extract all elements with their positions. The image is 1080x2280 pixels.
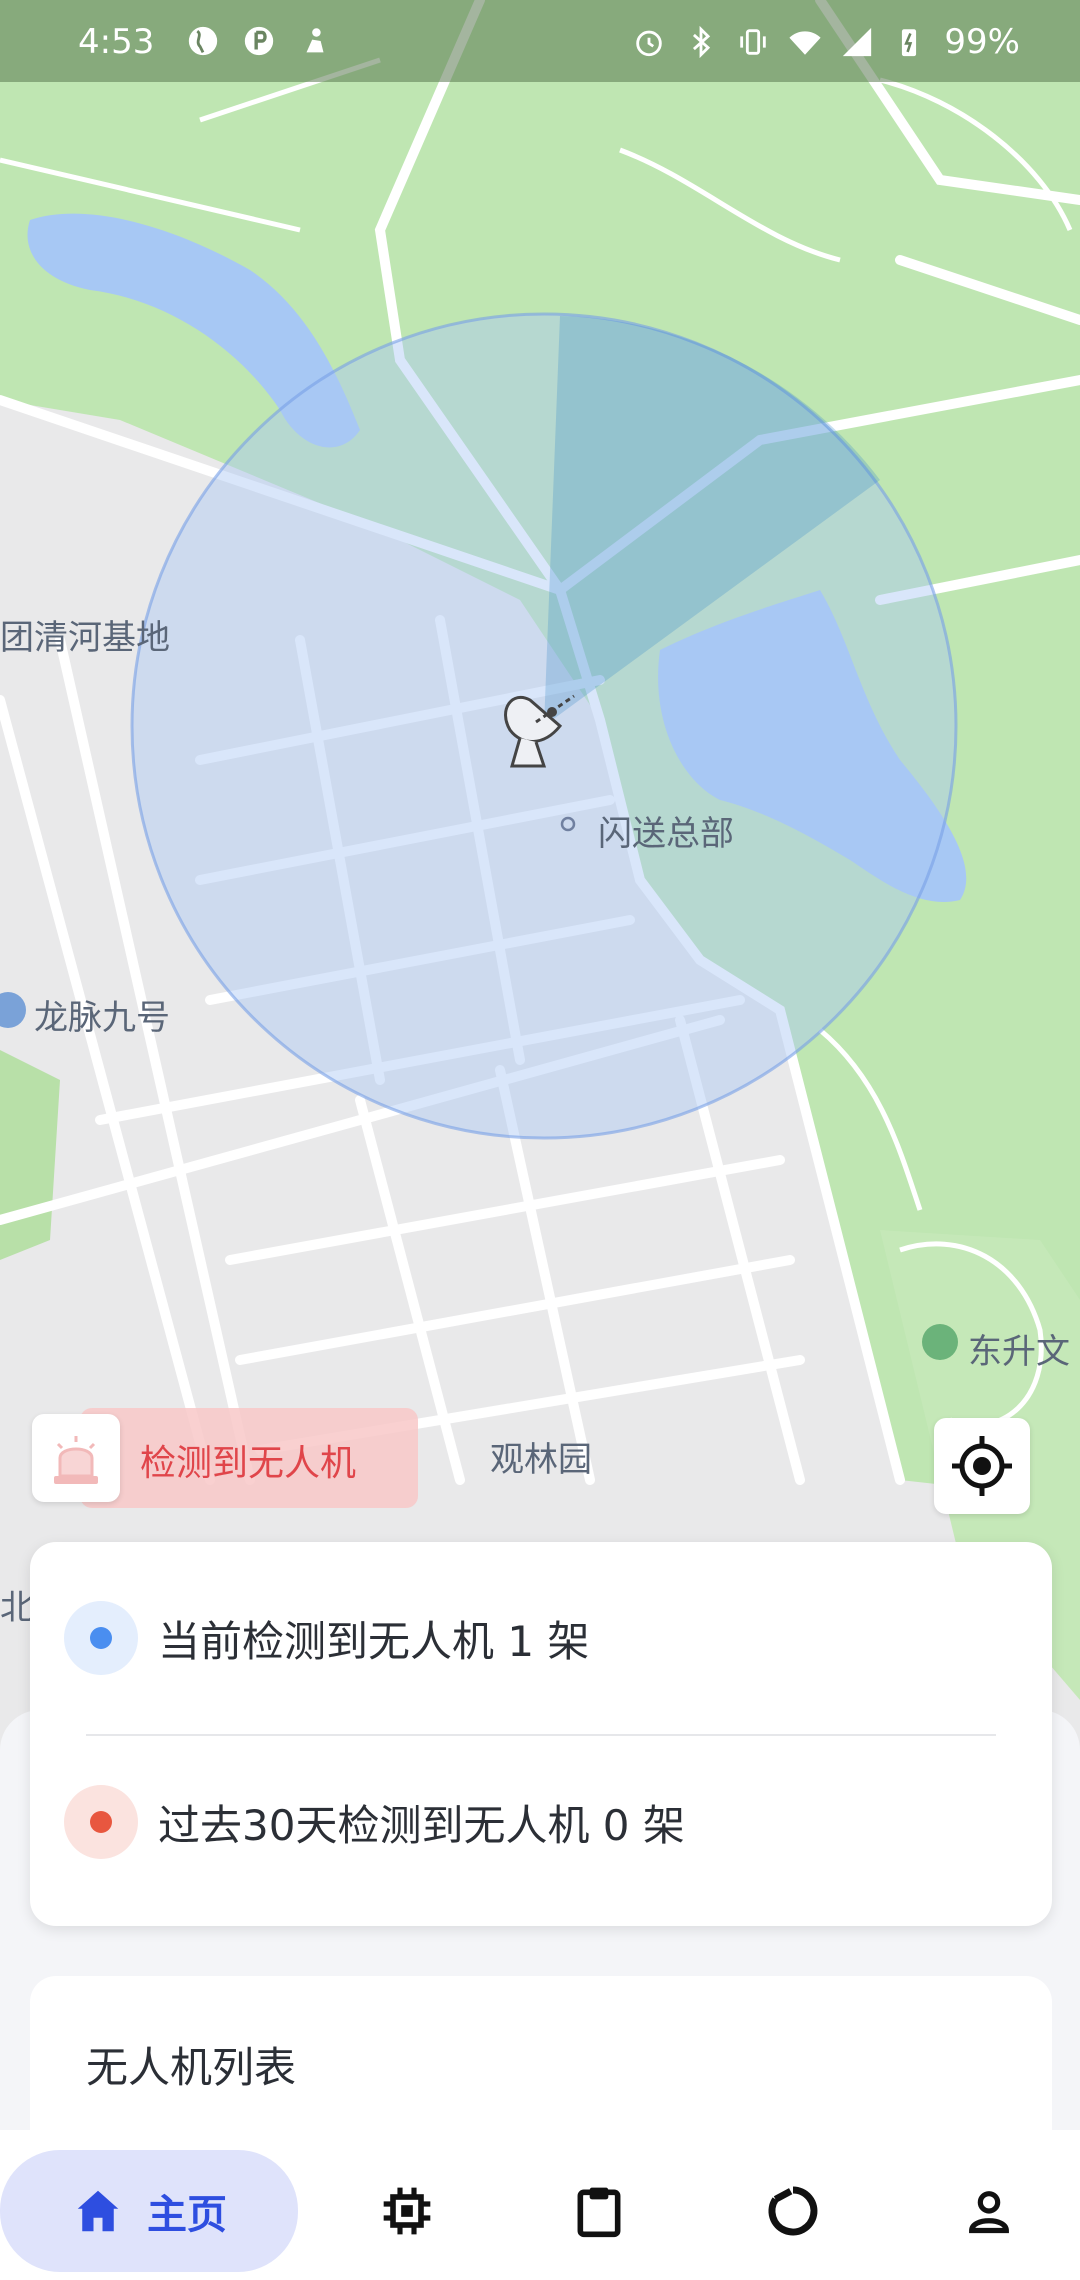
locate-button[interactable]: [934, 1418, 1030, 1514]
past-dot: [64, 1785, 138, 1859]
poi-park-icon: [922, 1324, 958, 1360]
nav-home[interactable]: 主页: [0, 2150, 298, 2272]
clipboard-icon: [577, 2187, 621, 2238]
map-label-dongsheng: 东升文: [968, 1332, 1070, 1372]
stats-divider: [86, 1734, 996, 1736]
bottom-nav: 主页: [0, 2130, 1080, 2280]
locate-icon: [952, 1436, 1012, 1496]
signal-icon: [843, 27, 872, 57]
stats-card: 当前检测到无人机 1 架 过去30天检测到无人机 0 架: [30, 1542, 1052, 1926]
stat-current: 当前检测到无人机 1 架: [64, 1598, 589, 1678]
map-label-longmai: 龙脉九号: [34, 998, 170, 1038]
home-icon: [77, 2190, 119, 2232]
wifi-icon: [789, 31, 822, 55]
battery-percent: 99%: [944, 22, 1020, 62]
chip-icon: [383, 2187, 431, 2235]
drone-list-card[interactable]: 无人机列表: [30, 1976, 1052, 2136]
battery-charging-icon: [902, 29, 917, 57]
user-icon: [969, 2191, 1009, 2234]
status-bar: 4:53 99%: [0, 0, 1080, 82]
vibrate-icon: [740, 29, 767, 55]
globe-icon: [188, 26, 218, 56]
map-label-hq: 闪送总部: [598, 814, 734, 854]
nav-home-label: 主页: [147, 2192, 227, 2238]
map-label-base: 团清河基地: [0, 618, 170, 658]
drone-alert-chip[interactable]: 检测到无人机: [32, 1408, 418, 1508]
alarm-icon: [636, 30, 663, 57]
alert-label: 检测到无人机: [140, 1443, 357, 1484]
map-label-edge: 北: [0, 1588, 34, 1628]
siren-icon: [54, 1436, 98, 1484]
current-dot: [64, 1601, 138, 1675]
alert-icon-box: [32, 1414, 120, 1502]
drone-list-title: 无人机列表: [86, 2043, 297, 2092]
loop-icon: [768, 2186, 818, 2236]
notification-icon: [306, 28, 324, 53]
nav-records[interactable]: [544, 2150, 654, 2272]
stat-past-label: 过去30天检测到无人机 0 架: [158, 1800, 685, 1850]
status-time: 4:53: [78, 22, 155, 62]
bluetooth-icon: [693, 25, 711, 59]
p-badge-icon: [244, 26, 274, 56]
stat-past: 过去30天检测到无人机 0 架: [64, 1782, 685, 1862]
nav-stats[interactable]: [738, 2150, 848, 2272]
nav-profile[interactable]: [934, 2150, 1044, 2272]
map-label-guanlin: 观林园: [490, 1440, 592, 1480]
nav-devices[interactable]: [352, 2150, 462, 2272]
stat-current-label: 当前检测到无人机 1 架: [158, 1616, 590, 1666]
